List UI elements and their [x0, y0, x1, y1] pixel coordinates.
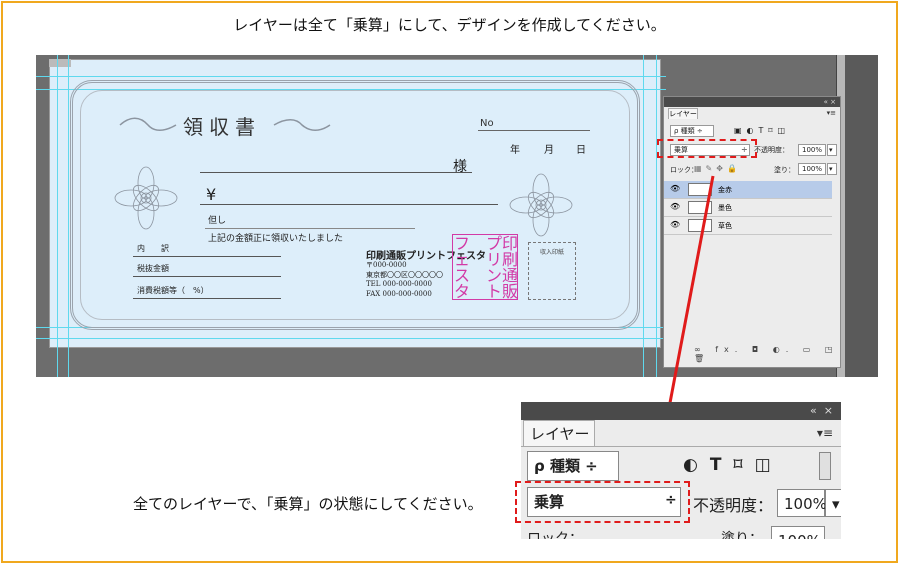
- kind-filter-select-zoom[interactable]: ρ 種類 ÷: [527, 451, 619, 481]
- bottom-instruction: 全てのレイヤーで、「乗算」の状態にしてください。: [133, 495, 483, 513]
- collapse-icon[interactable]: «: [810, 404, 817, 417]
- fill-label-zoom: 塗り：: [721, 531, 763, 539]
- panel-menu-icon[interactable]: ▾≡: [817, 426, 833, 440]
- tab-divider: [521, 446, 841, 447]
- blend-mode-highlight-zoom: [515, 481, 690, 523]
- opacity-input-zoom[interactable]: 100%: [777, 489, 827, 517]
- fill-input-zoom[interactable]: 100%: [771, 526, 825, 539]
- opacity-dropdown-icon[interactable]: ▾: [825, 489, 841, 517]
- filter-icons-zoom[interactable]: ◐T⌑◫: [683, 455, 783, 475]
- lock-label-zoom: ロック：: [527, 531, 583, 539]
- close-icon[interactable]: ×: [824, 404, 833, 417]
- opacity-label-zoom: 不透明度：: [693, 496, 774, 515]
- scroll-handle[interactable]: [819, 452, 831, 480]
- tab-layers-zoom[interactable]: レイヤー: [523, 420, 595, 446]
- zoom-panel-header: « ×: [521, 402, 841, 420]
